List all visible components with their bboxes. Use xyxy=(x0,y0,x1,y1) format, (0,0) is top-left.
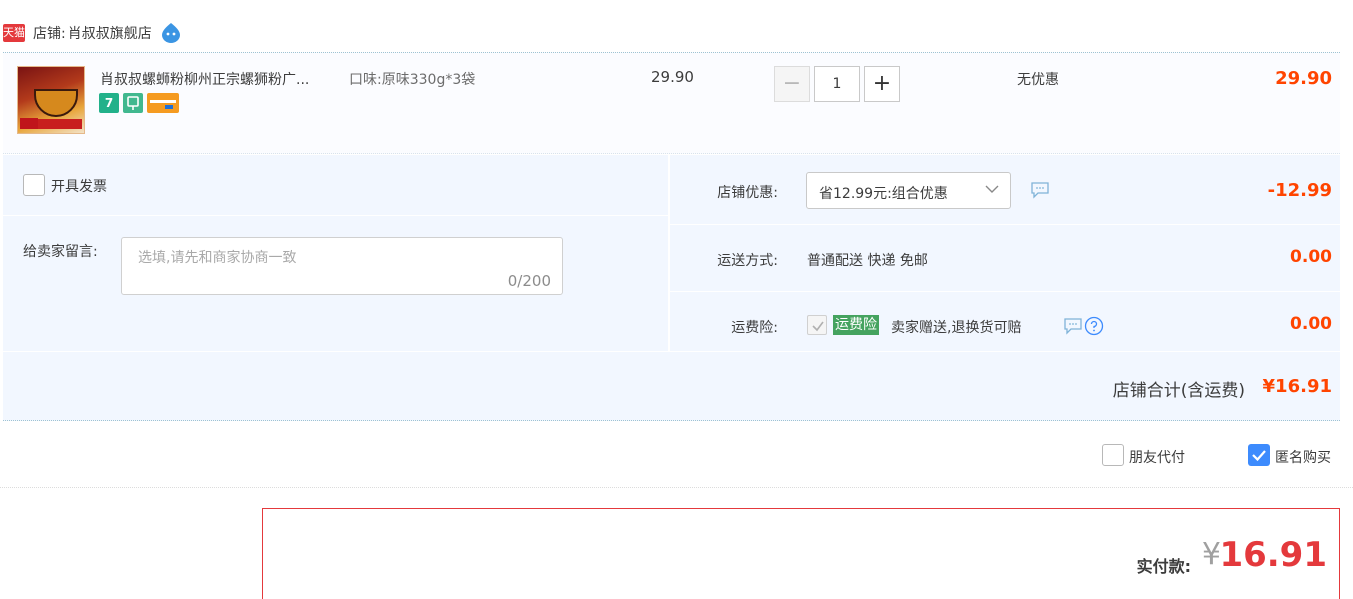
item-subtotal: 29.90 xyxy=(1275,68,1332,89)
shop-total-bar: 店铺合计(含运费) ¥16.91 xyxy=(3,352,1340,421)
shipping-row: 运送方式: 普通配送 快递 免邮 0.00 xyxy=(670,225,1340,292)
tmall-badge: 天猫 xyxy=(3,24,25,42)
friend-pay-label[interactable]: 朋友代付 xyxy=(1129,447,1185,467)
coupon-label: 店铺优惠: xyxy=(717,185,778,201)
comment-icon[interactable] xyxy=(1030,181,1050,199)
payment-currency: ¥ xyxy=(1201,537,1221,572)
service-icons: 7 xyxy=(99,93,179,113)
item-row: 肖叔叔螺蛳粉柳州正宗螺狮粉广... 口味:原味330g*3袋 7 29.90 −… xyxy=(3,52,1340,154)
coupon-row: 店铺优惠: 省12.99元:组合优惠 -12.99 xyxy=(670,155,1340,225)
invoice-label[interactable]: 开具发票 xyxy=(51,176,107,196)
shop-total-value: ¥16.91 xyxy=(1262,376,1332,397)
seller-message-label: 给卖家留言: xyxy=(23,244,98,260)
order-fees-panel: 店铺优惠: 省12.99元:组合优惠 -12.99 运送方式: 普通配送 快递 … xyxy=(670,155,1340,351)
item-flavor: 口味:原味330g*3袋 xyxy=(349,72,476,88)
wheat-icon[interactable] xyxy=(123,93,143,113)
checkmark-icon xyxy=(812,321,824,332)
wangwang-chat-icon[interactable] xyxy=(160,22,182,44)
quantity-plus-button[interactable]: + xyxy=(864,66,900,102)
insurance-row: 运费险: 运费险 卖家赠送,退换货可赔 0.00 xyxy=(670,292,1340,351)
invoice-checkbox[interactable] xyxy=(23,174,45,196)
thumb-strip xyxy=(38,119,82,129)
shop-header: 天猫 店铺: 肖叔叔旗舰店 xyxy=(0,18,1340,48)
order-options-panel: 开具发票 给卖家留言: 选填,请先和商家协商一致 0/200 xyxy=(3,155,668,351)
payment-options-row: 朋友代付 匿名购买 xyxy=(0,422,1353,488)
insurance-badge: 运费险 xyxy=(833,315,879,335)
seven-day-return-icon[interactable]: 7 xyxy=(99,93,119,113)
shop-total-label: 店铺合计(含运费) xyxy=(1112,381,1245,401)
friend-pay-checkbox[interactable] xyxy=(1102,444,1124,466)
coupon-amount: -12.99 xyxy=(1267,180,1332,201)
insurance-checkbox xyxy=(807,315,827,335)
product-thumbnail[interactable] xyxy=(17,66,85,134)
shipping-method: 普通配送 快递 免邮 xyxy=(807,253,928,269)
shipping-label: 运送方式: xyxy=(717,253,778,269)
payment-summary: 实付款: ¥ 16.91 xyxy=(262,508,1340,599)
quantity-stepper: − 1 + xyxy=(774,66,900,102)
bowl-graphic xyxy=(34,89,78,117)
unit-price: 29.90 xyxy=(651,68,694,86)
item-title-link[interactable]: 肖叔叔螺蛳粉柳州正宗螺狮粉广... xyxy=(100,69,309,89)
payment-label: 实付款: xyxy=(1136,557,1191,576)
anonymous-checkbox[interactable] xyxy=(1248,444,1270,466)
insurance-amount: 0.00 xyxy=(1290,314,1332,334)
wheat-glyph xyxy=(127,96,139,110)
quantity-minus-button[interactable]: − xyxy=(774,66,810,102)
shop-name-link[interactable]: 肖叔叔旗舰店 xyxy=(68,23,152,43)
anonymous-label[interactable]: 匿名购买 xyxy=(1275,447,1331,467)
panel-divider xyxy=(3,215,668,216)
comment-icon[interactable] xyxy=(1063,317,1083,335)
shop-label: 店铺: xyxy=(33,26,66,42)
seller-message-count: 0/200 xyxy=(507,272,551,290)
insurance-label: 运费险: xyxy=(731,320,778,336)
thumb-tag xyxy=(20,118,38,129)
checkmark-icon xyxy=(1252,450,1266,462)
item-discount: 无优惠 xyxy=(1017,72,1059,88)
help-icon[interactable] xyxy=(1084,316,1104,336)
seller-message-input[interactable]: 选填,请先和商家协商一致 0/200 xyxy=(121,237,563,295)
card-icon[interactable] xyxy=(147,93,179,113)
coupon-selected-value: 省12.99元:组合优惠 xyxy=(819,186,948,202)
seller-message-placeholder: 选填,请先和商家协商一致 xyxy=(138,250,297,266)
coupon-select[interactable]: 省12.99元:组合优惠 xyxy=(806,172,1011,209)
shipping-amount: 0.00 xyxy=(1290,247,1332,267)
insurance-text: 卖家赠送,退换货可赔 xyxy=(891,320,1022,336)
quantity-input[interactable]: 1 xyxy=(814,66,860,102)
chevron-down-icon xyxy=(985,185,999,193)
card-glyph xyxy=(150,100,176,109)
payment-value: 16.91 xyxy=(1219,535,1327,575)
